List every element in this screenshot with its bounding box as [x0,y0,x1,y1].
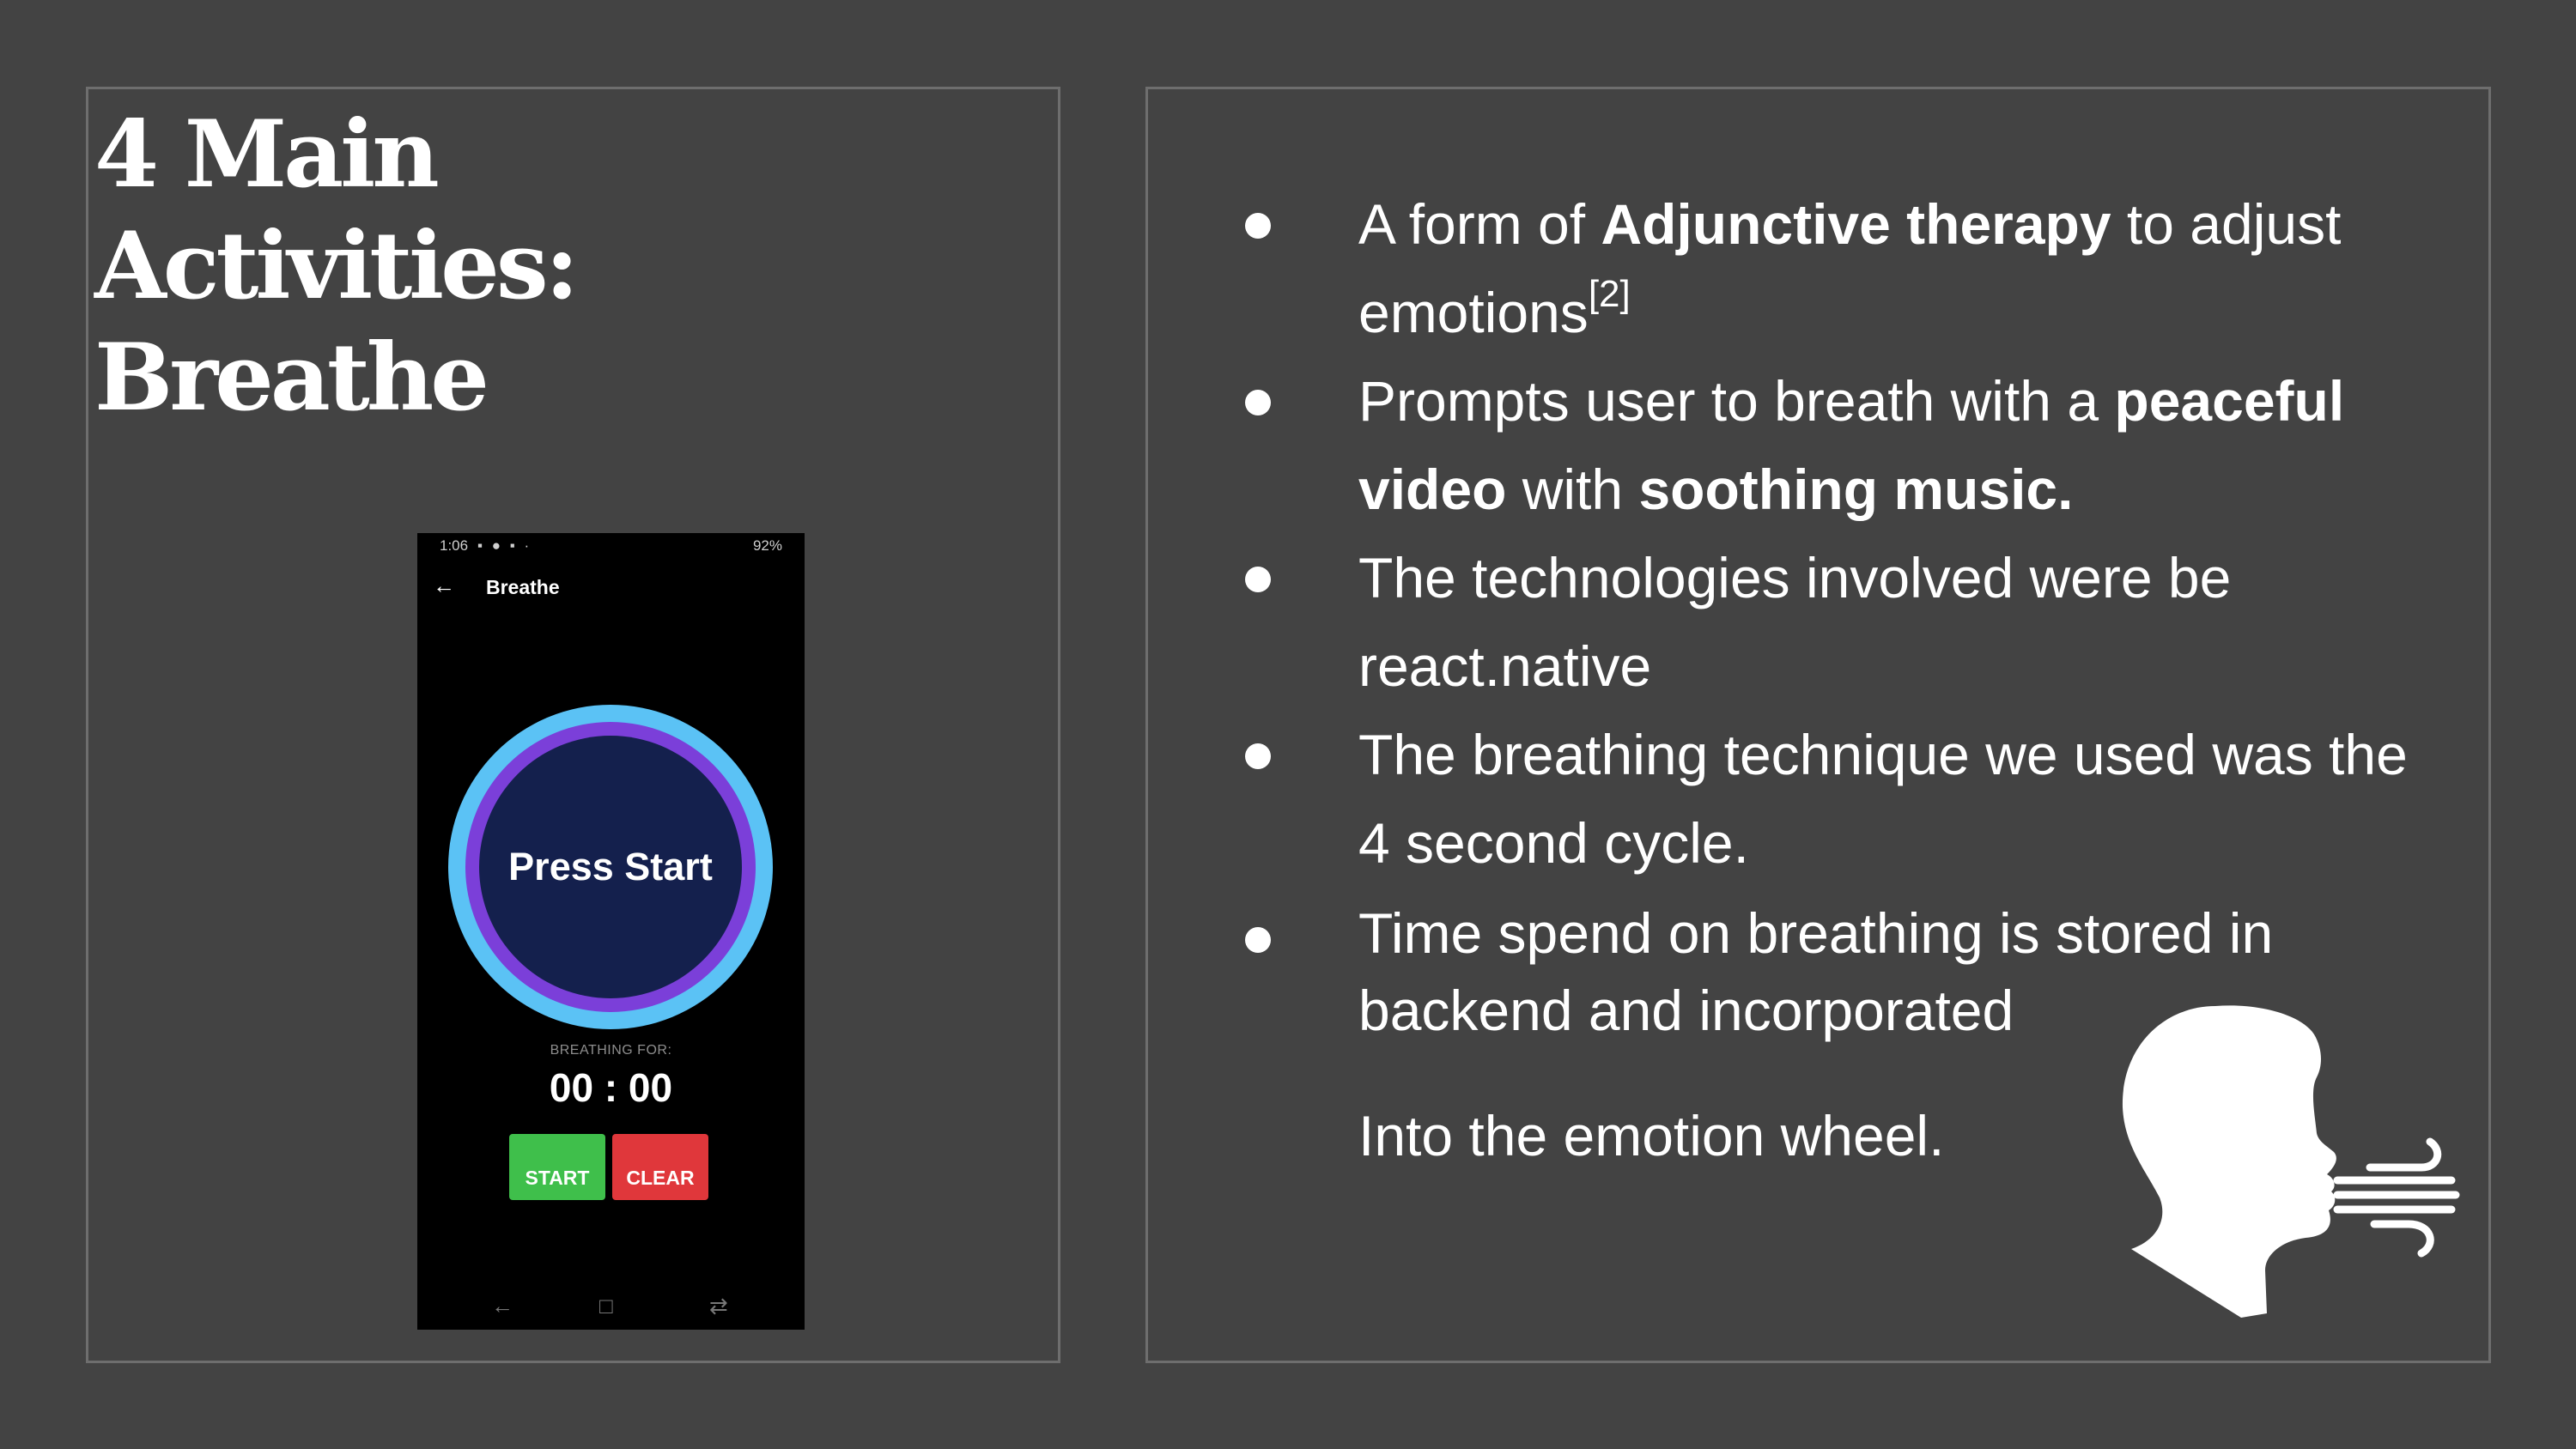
breathing-timer: 00 : 00 [549,1065,673,1110]
breathing-person-icon [2122,1005,2460,1318]
notification-icons: ▪ ● ▪ · [477,537,532,554]
slide-title: 4 Main Activities: Breathe [94,99,580,433]
bullet-dot-icon [1245,213,1271,239]
title-line-2: Activities: [94,212,580,320]
app-bar: ← Breathe [417,557,805,624]
status-battery: 92% [752,537,782,554]
nav-back-icon[interactable]: ← [491,1293,513,1319]
bullet-dot-icon [1245,567,1271,592]
bullet-text: The technologies involved were be react.… [1358,546,2232,698]
bullet-item: A form of Adjunctive therapy to adjust e… [1245,180,2449,357]
title-line-1: 4 Main [94,100,440,209]
status-time: 1:06 [440,537,469,554]
bullet-text: Prompts user to breath with a [1358,369,2115,433]
bullet-item: Prompts user to breath with a peaceful v… [1245,357,2449,534]
bullet-continuation: Into the emotion wheel. [1358,1104,1945,1167]
bullet-list: A form of Adjunctive therapy to adjust e… [1245,180,2449,1049]
arrow-left-icon[interactable]: ← [433,573,455,599]
bullet-item: The technologies involved were be react.… [1245,534,2449,711]
circle-label: Press Start [508,845,713,888]
breath-circle[interactable]: Press Start [448,705,773,1029]
citation-superscript: [2] [1588,273,1631,315]
bullet-bold-text: soothing music. [1638,458,2074,521]
status-bar: 1:06 ▪ ● ▪ · 92% [417,533,805,557]
clear-button[interactable]: CLEAR [612,1134,708,1200]
start-button[interactable]: START [509,1134,605,1200]
bullet-dot-icon [1245,743,1271,769]
breath-circle-inner: Press Start [479,736,742,998]
nav-home-icon[interactable]: □ [599,1293,613,1319]
phone-screenshot: 1:06 ▪ ● ▪ · 92% ← Breathe Press Start B… [417,533,805,1330]
bullet-dot-icon [1245,390,1271,415]
android-nav-bar: ← □ ⇄ [417,1293,805,1327]
bullet-text: with [1506,458,1639,521]
title-line-3: Breathe [94,324,489,432]
nav-recent-icon[interactable]: ⇄ [709,1293,728,1319]
bullet-bold-text: Adjunctive therapy [1601,192,2111,256]
breathing-for-label: BREATHING FOR: [550,1043,672,1058]
bullet-dot-icon [1245,927,1271,953]
bullet-item: The breathing technique we used was the … [1245,711,2449,888]
bullet-text: A form of [1358,192,1601,256]
bullet-text: The breathing technique we used was the … [1358,723,2408,875]
breath-circle-ring: Press Start [465,722,756,1012]
app-title: Breathe [486,576,560,598]
